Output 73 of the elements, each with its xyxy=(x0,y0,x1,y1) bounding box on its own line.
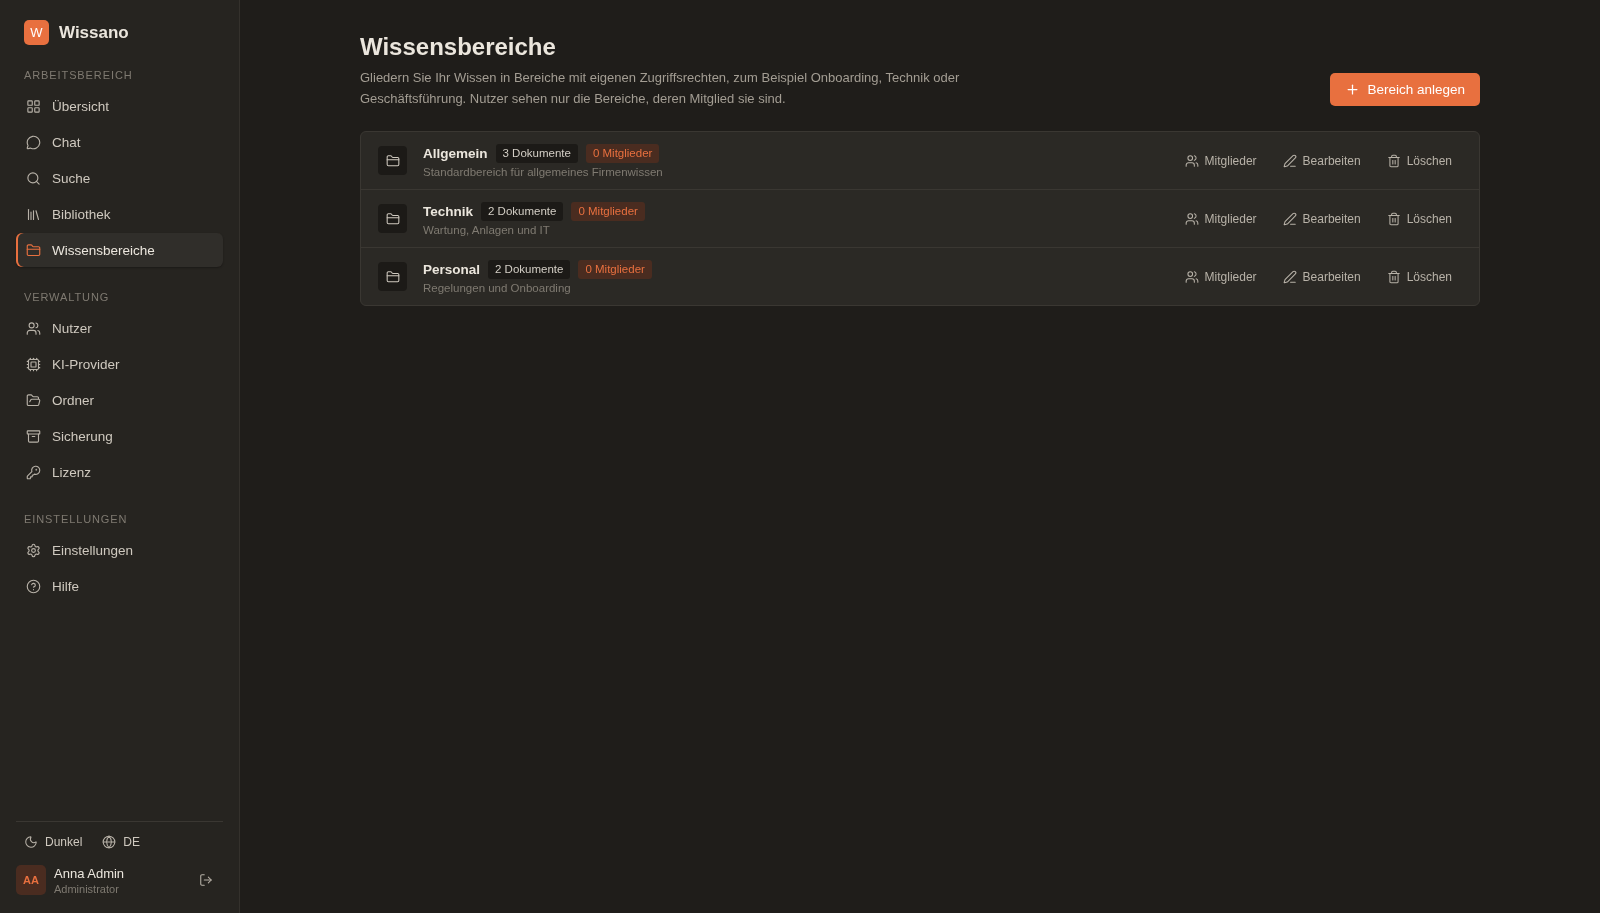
section-label: ARBEITSBEREICH xyxy=(24,68,133,82)
user-name: Anna Admin xyxy=(54,865,126,881)
logout-icon xyxy=(199,873,213,887)
pencil-icon xyxy=(1282,153,1297,168)
pencil-icon xyxy=(1282,211,1297,226)
area-name: Personal xyxy=(423,261,481,277)
nav-item[interactable]: Hilfe xyxy=(16,569,223,603)
books-icon xyxy=(26,206,41,222)
plus-icon xyxy=(1345,82,1361,97)
nav-item[interactable]: Ordner xyxy=(16,383,223,417)
theme-button[interactable]: Dunkel xyxy=(24,835,83,849)
users-icon xyxy=(26,320,41,336)
globe-icon xyxy=(102,835,117,849)
area-name: Technik xyxy=(423,203,473,219)
edit-button[interactable]: Bearbeiten xyxy=(1274,147,1369,174)
member-count-badge: 0 Mitglieder xyxy=(578,259,652,279)
user-role: Administrator xyxy=(54,882,120,895)
edit-button[interactable]: Bearbeiten xyxy=(1274,205,1369,232)
archive-box-icon xyxy=(26,428,41,444)
members-button[interactable]: Mitglieder xyxy=(1176,263,1265,290)
trash-icon xyxy=(1386,269,1401,284)
chip-icon xyxy=(26,356,41,372)
folder-icon xyxy=(26,242,41,258)
member-count-badge: 0 Mitglieder xyxy=(571,201,645,221)
pencil-icon xyxy=(1282,269,1297,284)
folder-icon xyxy=(26,392,41,408)
page-title: Wissensbereiche xyxy=(360,32,557,62)
grid-icon xyxy=(26,98,41,114)
logo: W xyxy=(24,20,49,45)
trash-icon xyxy=(1386,211,1401,226)
folder-icon xyxy=(378,204,407,233)
help-icon xyxy=(26,578,41,594)
delete-button[interactable]: Löschen xyxy=(1378,147,1460,174)
users-icon xyxy=(1184,211,1199,226)
area-description: Wartung, Anlagen und IT xyxy=(423,223,551,236)
page-description: Gliedern Sie Ihr Wissen in Bereiche mit eigenen Zugriffsrechten, zum Beispiel Onboarding, Technik oder Geschäftsführung. Nutzer sehen nur die Bereiche, deren Mitglied sie sind. xyxy=(360,69,961,108)
trash-icon xyxy=(1386,153,1401,168)
nav-item[interactable]: Übersicht xyxy=(16,89,223,123)
document-count-badge: 2 Dokumente xyxy=(488,259,571,279)
language-button[interactable]: DE xyxy=(102,835,141,849)
members-button[interactable]: Mitglieder xyxy=(1176,205,1265,232)
nav-item[interactable]: Einstellungen xyxy=(16,533,223,567)
document-count-badge: 3 Dokumente xyxy=(495,143,578,163)
area-description: Standardbereich für allgemeines Firmenwissen xyxy=(423,165,663,178)
chat-bubble-icon xyxy=(26,134,41,150)
key-icon xyxy=(26,464,41,480)
nav-item[interactable]: KI-Provider xyxy=(16,347,223,381)
section-label: VERWALTUNG xyxy=(24,290,110,304)
delete-button[interactable]: Löschen xyxy=(1378,205,1460,232)
users-icon xyxy=(1184,269,1199,284)
nav-item[interactable]: Suche xyxy=(16,161,223,195)
nav-item[interactable]: Wissensbereiche xyxy=(16,233,223,267)
edit-button[interactable]: Bearbeiten xyxy=(1274,263,1369,290)
delete-button[interactable]: Löschen xyxy=(1378,263,1460,290)
folder-icon xyxy=(378,146,407,175)
nav-item[interactable]: Lizenz xyxy=(16,455,223,489)
nav-item[interactable]: Bibliothek xyxy=(16,197,223,231)
folder-icon xyxy=(378,262,407,291)
member-count-badge: 0 Mitglieder xyxy=(585,143,660,163)
brand-name: Wissano xyxy=(59,22,129,43)
nav-item[interactable]: Sicherung xyxy=(16,419,223,453)
search-icon xyxy=(26,170,41,186)
users-icon xyxy=(1184,153,1199,168)
section-label: EINSTELLUNGEN xyxy=(24,512,128,526)
document-count-badge: 2 Dokumente xyxy=(481,201,564,221)
area-name: Allgemein xyxy=(423,145,488,161)
user-avatar: AA xyxy=(16,865,46,895)
moon-icon xyxy=(24,835,38,849)
settings-icon xyxy=(26,542,41,558)
nav-item[interactable]: Chat xyxy=(16,125,223,159)
area-description: Regelungen und Onboarding xyxy=(423,281,572,294)
members-button[interactable]: Mitglieder xyxy=(1176,147,1265,174)
nav-item[interactable]: Nutzer xyxy=(16,311,223,345)
